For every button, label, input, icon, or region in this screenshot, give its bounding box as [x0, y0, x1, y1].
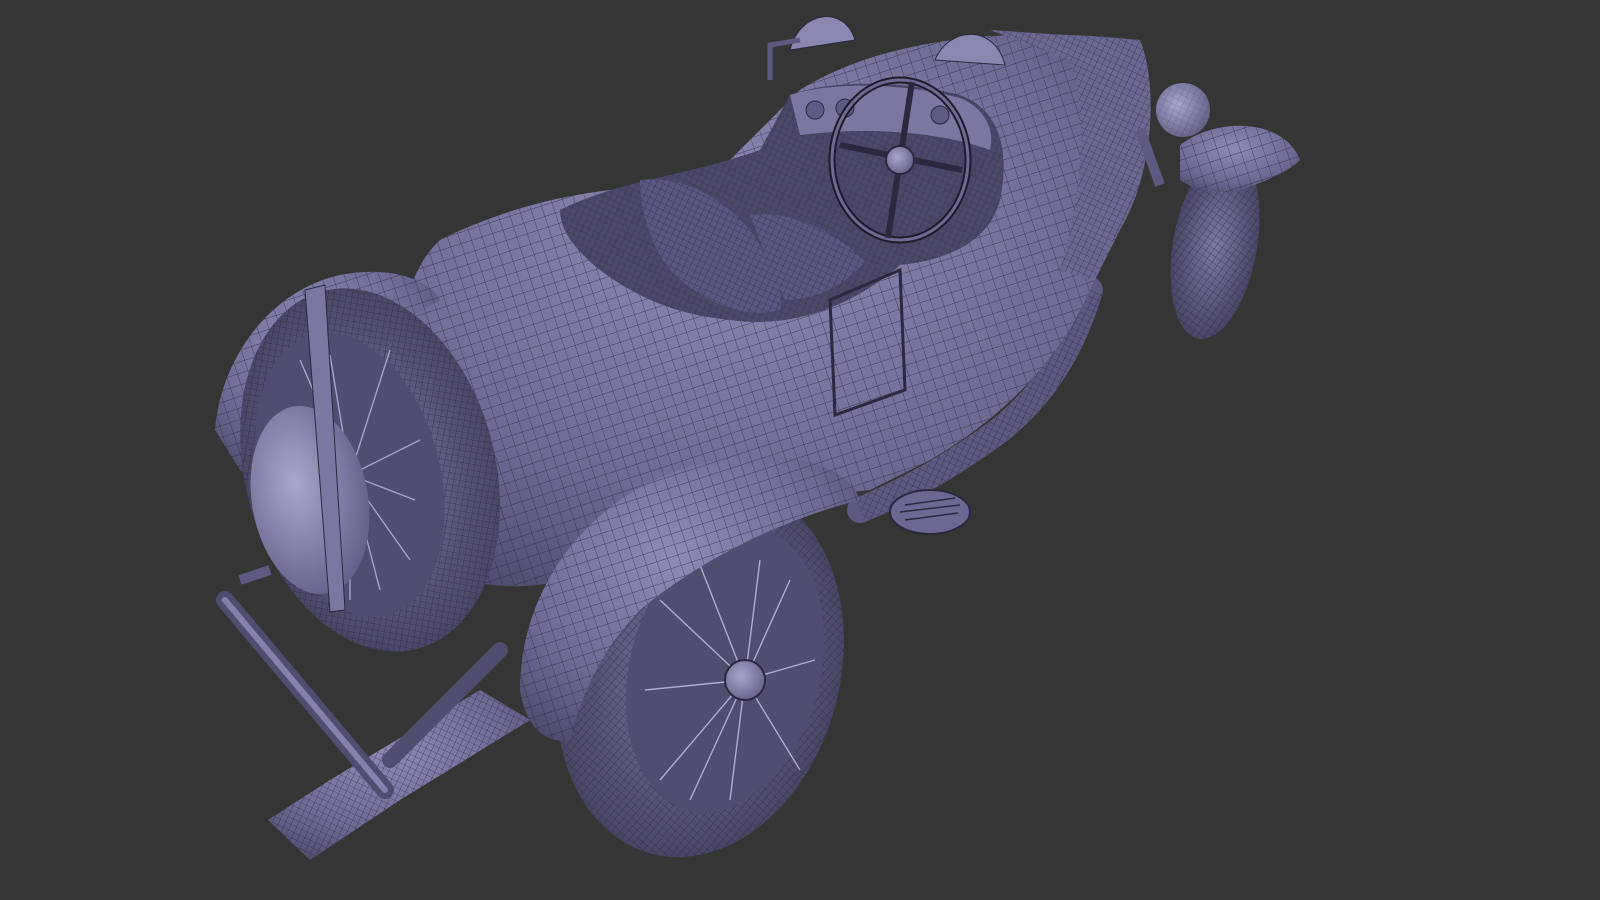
3d-viewport[interactable] — [0, 0, 1600, 900]
car-wireframe-render — [215, 16, 1300, 860]
side-vent — [889, 489, 971, 535]
front-wheel — [1170, 125, 1300, 339]
rear-plank — [268, 690, 530, 860]
